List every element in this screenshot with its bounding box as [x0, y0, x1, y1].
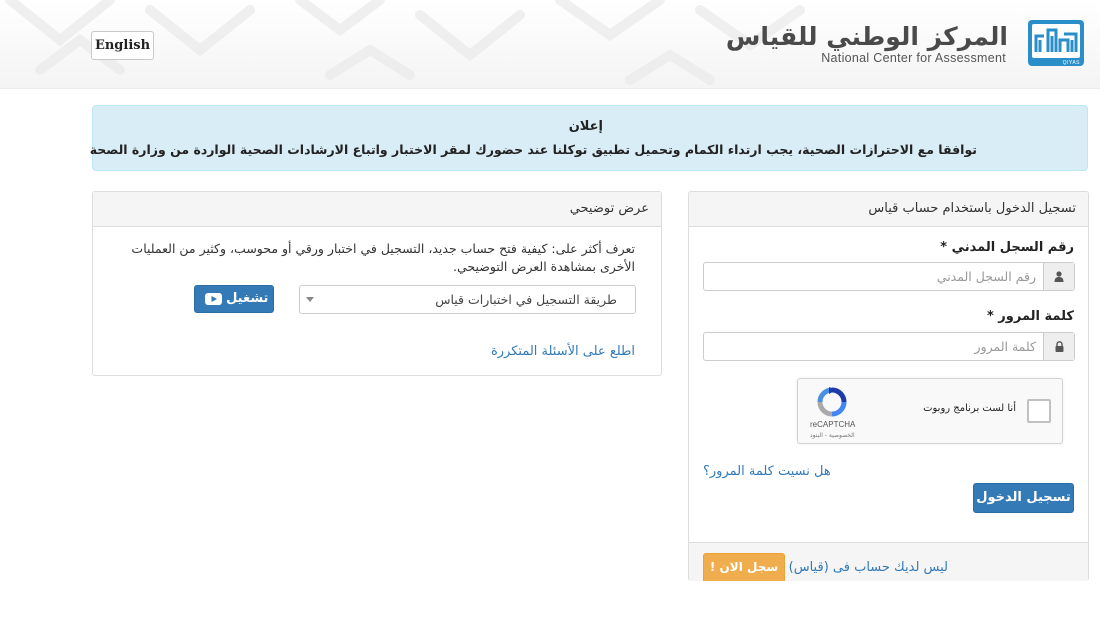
password-label: كلمة المرور *: [987, 309, 1074, 324]
logo-english-text: National Center for Assessment: [821, 51, 1006, 65]
demo-select-value: طريقة التسجيل في اختبارات قياس: [435, 292, 617, 307]
login-panel: تسجيل الدخول باستخدام حساب قياس رقم السج…: [688, 191, 1089, 581]
recaptcha-label: أنا لست برنامج روبوت: [923, 403, 1016, 414]
announcement-body: توافقا مع الاحترازات الصحية، يجب ارتداء …: [89, 142, 977, 157]
youtube-play-icon: [204, 292, 222, 305]
login-panel-footer: ليس لديك حساب فى (قياس) سجل الان !: [689, 542, 1088, 581]
recaptcha-brand: reCAPTCHA: [810, 420, 856, 429]
demo-video-select[interactable]: طريقة التسجيل في اختبارات قياس: [299, 285, 636, 314]
demo-description: تعرف أكثر على: كيفية فتح حساب جديد، التس…: [131, 241, 635, 274]
demo-panel: عرض توضيحي تعرف أكثر على: كيفية فتح حساب…: [92, 191, 662, 376]
site-header: English المركز الوطني للقياس National Ce…: [0, 0, 1100, 89]
password-input[interactable]: [710, 333, 1036, 360]
dropdown-arrow-icon: [306, 297, 314, 302]
recaptcha-terms-link[interactable]: الخصوصية - البنود: [810, 432, 855, 439]
required-mark: *: [940, 240, 948, 255]
password-label-text: كلمة المرور: [998, 309, 1074, 324]
register-now-button[interactable]: سجل الان !: [703, 553, 785, 581]
language-switch-button[interactable]: English: [91, 31, 154, 60]
password-field: [703, 332, 1075, 361]
lock-icon: [1043, 333, 1074, 360]
play-button-label: تشغيل: [226, 291, 269, 306]
announcement-title: إعلان: [568, 119, 603, 134]
recaptcha-checkbox[interactable]: [1027, 399, 1051, 423]
site-logo[interactable]: المركز الوطني للقياس National Center for…: [726, 16, 1086, 68]
recaptcha-icon: [817, 387, 847, 417]
no-account-text: ليس لديك حساب فى (قياس): [788, 560, 948, 575]
logo-mark-label: QIYAS: [1062, 60, 1080, 66]
demo-panel-title: عرض توضيحي: [93, 192, 661, 227]
national-id-field: [703, 262, 1075, 291]
play-demo-button[interactable]: تشغيل: [194, 285, 274, 313]
national-id-label-text: رقم السجل المدني: [951, 240, 1074, 255]
national-id-label: رقم السجل المدني *: [940, 240, 1074, 255]
faq-link[interactable]: اطلع على الأسئلة المتكررة: [491, 344, 635, 359]
logo-arabic-text: المركز الوطني للقياس: [725, 22, 1009, 51]
national-id-input[interactable]: [710, 263, 1036, 290]
recaptcha-widget: أنا لست برنامج روبوت reCAPTCHA الخصوصية …: [797, 378, 1063, 444]
login-button[interactable]: تسجيل الدخول: [973, 483, 1074, 513]
forgot-password-link[interactable]: هل نسيت كلمة المرور؟: [703, 464, 831, 479]
user-icon: [1043, 263, 1074, 290]
announcement-alert: إعلان توافقا مع الاحترازات الصحية، يجب ا…: [89, 105, 1088, 171]
required-mark: *: [986, 309, 994, 324]
login-panel-title: تسجيل الدخول باستخدام حساب قياس: [689, 192, 1088, 227]
